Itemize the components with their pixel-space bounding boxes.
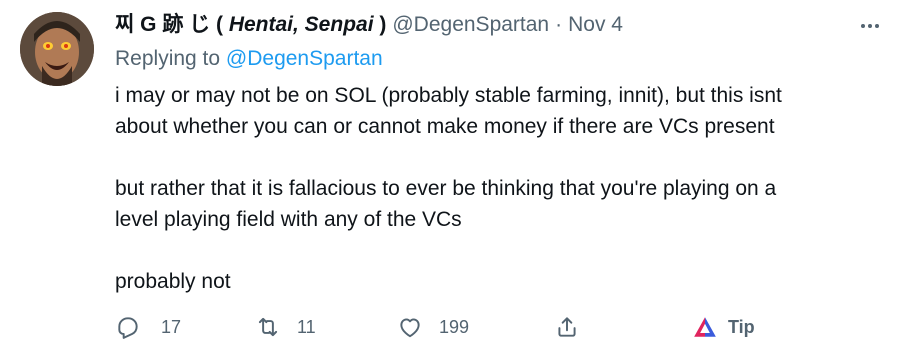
like-button[interactable]: 199 — [397, 314, 554, 340]
share-icon — [558, 317, 576, 337]
reply-count: 17 — [161, 316, 182, 337]
tip-triangle-icon — [694, 317, 716, 337]
tweet-text-line: level playing field with any of the VCs — [115, 208, 462, 231]
tweet-actions: 17 11 199 Tip — [115, 312, 815, 342]
display-name[interactable]: 찌 G 跡 じ ( Hentai, Senpai ) — [115, 10, 386, 40]
user-handle[interactable]: @DegenSpartan — [392, 10, 549, 40]
header-separator: · — [555, 13, 563, 36]
tweet-text-line: but rather that it is fallacious to ever… — [115, 177, 777, 200]
tweet[interactable]: 찌 G 跡 じ ( Hentai, Senpai ) @DegenSpartan… — [0, 0, 900, 355]
more-horizontal-icon — [861, 24, 865, 28]
tweet-text-line: i may or may not be on SOL (probably sta… — [115, 84, 782, 107]
replying-to: Replying to @DegenSpartan — [115, 47, 383, 70]
retweet-count: 11 — [297, 316, 316, 337]
heart-icon — [400, 318, 420, 338]
replying-to-mention[interactable]: @DegenSpartan — [226, 47, 383, 70]
tip-label: Tip — [728, 316, 755, 337]
tweet-text-line: probably not — [115, 270, 231, 293]
like-count: 199 — [439, 316, 470, 337]
retweet-button[interactable]: 11 — [255, 314, 397, 340]
avatar-image — [20, 12, 94, 86]
share-button[interactable] — [554, 314, 692, 340]
reply-icon — [118, 317, 138, 339]
reply-button[interactable]: 17 — [115, 314, 255, 340]
tweet-date[interactable]: Nov 4 — [568, 10, 623, 40]
retweet-icon — [258, 317, 278, 337]
tweet-header: 찌 G 跡 じ ( Hentai, Senpai ) @DegenSpartan… — [115, 10, 885, 40]
tip-button[interactable]: Tip — [692, 314, 755, 340]
tweet-text-line: about whether you can or cannot make mon… — [115, 115, 775, 138]
tweet-text: i may or may not be on SOL (probably sta… — [115, 80, 885, 297]
avatar[interactable] — [20, 12, 94, 86]
more-options-button[interactable] — [855, 16, 885, 36]
